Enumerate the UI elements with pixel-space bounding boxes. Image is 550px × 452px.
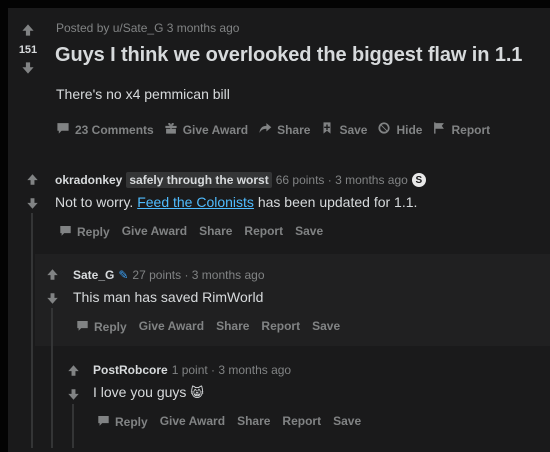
share-icon (258, 121, 272, 138)
upvote-icon[interactable] (18, 20, 38, 40)
upvote-icon[interactable] (46, 268, 59, 286)
hide-button[interactable]: Hide (377, 121, 422, 138)
feed-the-colonists-link[interactable]: Feed the Colonists (137, 194, 254, 210)
give-award-button[interactable]: Give Award (122, 224, 187, 240)
comment-vote-column (22, 173, 42, 215)
comment-author[interactable]: PostRobcore (93, 363, 168, 377)
user-flair: safely through the worst (126, 172, 272, 188)
comment-meta: PostRobcore 1 point · 3 months ago (93, 363, 291, 377)
comment-text-part: has been updated for 1.1. (253, 194, 418, 210)
thread-line[interactable] (31, 213, 33, 448)
reply-button[interactable]: Reply (59, 224, 110, 240)
post-score: 151 (18, 44, 38, 56)
s-award-icon: S (411, 173, 426, 187)
comment-actions: Reply Give Award Share Report Save (97, 414, 361, 430)
comment-vote-column (63, 364, 83, 406)
save-button[interactable]: Save (333, 414, 361, 430)
comment-icon (56, 121, 70, 138)
thread-line[interactable] (72, 404, 74, 448)
share-button[interactable]: Share (216, 319, 249, 335)
report-button[interactable]: Report (244, 224, 283, 240)
comment-icon (76, 319, 89, 335)
comment-actions: Reply Give Award Share Report Save (76, 319, 340, 335)
comment-text-part: I love you guys (93, 384, 187, 400)
pencil-icon: ✎ (118, 268, 129, 282)
share-button[interactable]: Share (237, 414, 270, 430)
report-label: Report (451, 122, 491, 137)
save-button[interactable]: Save (312, 319, 340, 335)
hide-label: Hide (396, 122, 423, 137)
share-label: Share (277, 122, 311, 137)
comment-text: I love you guys 😸 (93, 384, 204, 401)
report-button[interactable]: Report (432, 121, 490, 138)
post-body: There's no x4 pemmican bill (56, 86, 230, 102)
comment-icon (59, 224, 72, 240)
reply-label: Reply (94, 320, 127, 334)
comment-text: This man has saved RimWorld (73, 289, 264, 305)
save-label: Save (339, 122, 368, 137)
comment-meta: Sate_G ✎ 27 points · 3 months ago (73, 268, 265, 282)
post-title[interactable]: Guys I think we overlooked the biggest f… (55, 44, 522, 67)
reply-label: Reply (115, 415, 148, 429)
bookmark-icon (320, 121, 334, 138)
post-vote-column: 151 (8, 20, 48, 78)
comment-vote-column (42, 268, 62, 310)
report-button[interactable]: Report (261, 319, 300, 335)
gift-icon (164, 121, 178, 138)
comment-text-part: Not to worry. (55, 194, 138, 210)
downvote-icon[interactable] (18, 58, 38, 78)
hide-icon (377, 121, 391, 138)
reply-label: Reply (77, 225, 110, 239)
post-card: 151 Posted by u/Sate_G 3 months ago Guys… (8, 8, 550, 452)
share-button[interactable]: Share (199, 224, 232, 240)
reply-button[interactable]: Reply (97, 414, 148, 430)
save-button[interactable]: Save (295, 224, 323, 240)
comment-points-time: 66 points · 3 months ago (275, 173, 408, 187)
cat-emoji-icon: 😸 (190, 385, 204, 400)
share-button[interactable]: Share (258, 121, 310, 138)
post-actions: 23 Comments Give Award Share Save Hide R… (56, 121, 490, 138)
give-award-label: Give Award (182, 122, 249, 137)
comment-meta: okradonkey safely through the worst 66 p… (55, 172, 426, 188)
upvote-icon[interactable] (67, 364, 80, 382)
give-award-button[interactable]: Give Award (164, 121, 248, 138)
report-button[interactable]: Report (282, 414, 321, 430)
give-award-button[interactable]: Give Award (139, 319, 204, 335)
save-button[interactable]: Save (320, 121, 367, 138)
thread-line[interactable] (51, 308, 53, 448)
upvote-icon[interactable] (26, 173, 39, 191)
comment-points-time: 1 point · 3 months ago (171, 363, 292, 377)
give-award-button[interactable]: Give Award (160, 414, 225, 430)
reply-button[interactable]: Reply (76, 319, 127, 335)
comments-label: 23 Comments (75, 122, 154, 137)
comment-author[interactable]: Sate_G (73, 268, 114, 282)
comment-text: Not to worry. Feed the Colonists has bee… (55, 194, 417, 210)
comment-icon (97, 414, 110, 430)
post-meta: Posted by u/Sate_G 3 months ago (56, 21, 240, 35)
comment-actions: Reply Give Award Share Report Save (59, 224, 323, 240)
flag-icon (432, 121, 446, 138)
comment-points-time: 27 points · 3 months ago (132, 268, 265, 282)
comment-author[interactable]: okradonkey (55, 173, 122, 187)
comments-button[interactable]: 23 Comments (56, 121, 154, 138)
